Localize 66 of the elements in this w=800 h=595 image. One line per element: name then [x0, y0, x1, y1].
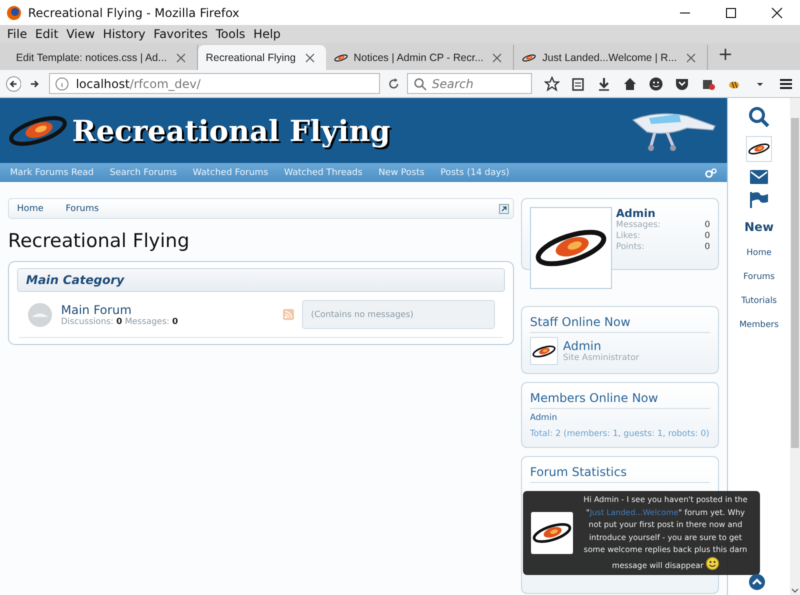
member-avatar[interactable] — [530, 337, 558, 365]
avatar-logo-icon — [532, 521, 572, 545]
gears-icon[interactable] — [705, 168, 718, 178]
menu-item[interactable]: Tools — [212, 27, 250, 41]
member-name[interactable]: Admin — [563, 339, 640, 353]
profile-avatar[interactable] — [530, 207, 612, 289]
category-title[interactable]: Main Category — [17, 268, 505, 292]
new-tab-button[interactable]: + — [708, 44, 743, 70]
smiley-icon[interactable] — [648, 76, 664, 92]
side-nav-link[interactable]: Forums — [743, 272, 775, 282]
flag-icon[interactable] — [750, 192, 768, 208]
side-nav-link[interactable]: Home — [746, 248, 772, 258]
menu-item[interactable]: History — [98, 27, 150, 41]
favicon-icon — [334, 52, 348, 62]
star-icon[interactable] — [544, 76, 560, 92]
browser-logo-icon — [6, 4, 22, 20]
menu-item[interactable]: Edit — [31, 27, 62, 41]
new-link[interactable]: New — [744, 220, 774, 234]
scroll-to-top-icon[interactable] — [749, 574, 765, 590]
menu-item[interactable]: View — [62, 27, 99, 41]
stat-label: Likes: — [616, 231, 640, 242]
member-link[interactable]: Admin — [530, 413, 710, 423]
stat-value: 0 — [704, 242, 710, 253]
profile-name[interactable]: Admin — [616, 207, 710, 220]
back-icon[interactable] — [6, 76, 22, 92]
last-post-text: (Contains no messages) — [311, 310, 414, 320]
menu-item[interactable]: Help — [249, 27, 285, 41]
avatar-logo-icon — [532, 344, 556, 358]
clipboard-icon[interactable] — [570, 76, 586, 92]
smiley-icon — [706, 556, 719, 570]
home-icon[interactable] — [622, 76, 638, 92]
forum-stats: Discussions: 0 Messages: 0 — [61, 316, 178, 326]
search-icon[interactable] — [412, 76, 428, 92]
close-icon[interactable] — [769, 4, 785, 20]
external-link-icon[interactable] — [499, 204, 509, 214]
side-nav-link[interactable]: Members — [739, 320, 779, 330]
avatar-logo-icon — [748, 142, 770, 156]
browser-tab[interactable]: Recreational Flying — [198, 45, 326, 70]
forum-name[interactable]: Main Forum — [61, 302, 178, 316]
online-total: Total: 2 (members: 1, guests: 1, robots: 0) — [530, 429, 710, 439]
menu-item[interactable]: Favorites — [150, 27, 212, 41]
envelope-icon[interactable] — [750, 170, 768, 184]
site-title[interactable]: Recreational Flying — [72, 114, 390, 148]
favicon-icon — [522, 52, 536, 62]
panel-title: Forum Statistics — [530, 465, 710, 483]
member-role: Site Asministrator — [563, 353, 640, 363]
window-title: Recreational Flying - Mozilla Firefox — [28, 6, 240, 20]
stat-label: Points: — [616, 242, 644, 253]
info-icon[interactable] — [54, 76, 70, 92]
breadcrumb-link[interactable]: Home — [17, 204, 44, 214]
stat-label: Messages: — [616, 220, 661, 231]
search-field[interactable]: Search — [406, 73, 532, 94]
page-title: Recreational Flying — [8, 230, 190, 252]
side-nav-link[interactable]: Tutorials — [741, 296, 777, 306]
breadcrumb-link[interactable]: Forums — [66, 204, 99, 214]
scrollbar[interactable] — [790, 98, 800, 595]
address-field[interactable]: localhost/rfcom_dev/ — [48, 73, 380, 94]
stat-value: 0 — [704, 220, 710, 231]
panel-title: Members Online Now — [530, 391, 710, 409]
user-avatar[interactable] — [746, 136, 772, 162]
forum-status-icon — [27, 302, 53, 328]
search-icon[interactable] — [748, 106, 770, 128]
panel-title: Staff Online Now — [530, 315, 710, 333]
stat-value: 0 — [704, 231, 710, 242]
menu-item[interactable]: File — [3, 27, 32, 41]
scroll-down-icon[interactable] — [790, 586, 800, 595]
